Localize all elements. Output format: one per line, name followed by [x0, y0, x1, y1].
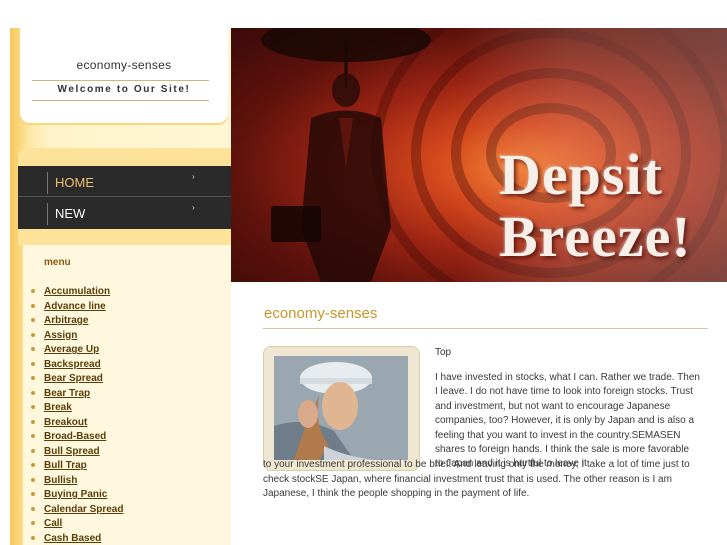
divider [32, 80, 209, 81]
nav-item-new[interactable]: NEW › [18, 197, 231, 229]
bullet-icon [31, 492, 35, 497]
menu-item: Assign [31, 329, 123, 344]
menu-link[interactable]: Accumulation [44, 286, 110, 297]
menu-item: Calendar Spread [31, 503, 123, 518]
menu-item: Average Up [31, 343, 123, 358]
menu-item: Backspread [31, 358, 123, 373]
menu-item: Buying Panic [31, 488, 123, 503]
menu-item: Break [31, 401, 123, 416]
menu-item: Cash Based [31, 532, 123, 545]
woman-hardhat-photo [274, 356, 408, 460]
menu-item: Accumulation [31, 285, 123, 300]
menu-item: Breakout [31, 416, 123, 431]
menu-link[interactable]: Average Up [44, 344, 99, 355]
bullet-icon [31, 303, 35, 308]
menu-link[interactable]: Bull Spread [44, 446, 100, 457]
nav-bottom-cap [18, 229, 231, 245]
menu-link[interactable]: Break [44, 402, 72, 413]
nav-item-label: HOME [55, 175, 94, 190]
bullet-icon [31, 477, 35, 482]
menu-link[interactable]: Bear Trap [44, 388, 90, 399]
bullet-icon [31, 463, 35, 468]
site-name: economy-senses [76, 58, 172, 72]
menu-link[interactable]: Breakout [44, 417, 87, 428]
bullet-icon [31, 448, 35, 453]
divider [263, 328, 708, 329]
businessman-silhouette-icon [261, 28, 431, 282]
menu-item: Bull Spread [31, 445, 123, 460]
menu-link[interactable]: Advance line [44, 301, 106, 312]
menu-link[interactable]: Backspread [44, 359, 101, 370]
menu-item: Call [31, 517, 123, 532]
nav-separator [47, 172, 48, 194]
bullet-icon [31, 405, 35, 410]
article-text: I have invested in stocks, what I can. R… [435, 372, 700, 470]
nav-item-label: NEW [55, 206, 86, 221]
bullet-icon [31, 332, 35, 337]
chevron-right-icon: › [192, 203, 195, 212]
menu-item: Bullish [31, 474, 123, 489]
menu-link[interactable]: Assign [44, 330, 77, 341]
bullet-icon [31, 347, 35, 352]
bullet-icon [31, 376, 35, 381]
menu-title: menu [44, 257, 71, 268]
menu-link[interactable]: Buying Panic [44, 489, 107, 500]
nav-separator [47, 203, 48, 225]
top-link[interactable]: Top [435, 347, 451, 358]
menu-item: Arbitrage [31, 314, 123, 329]
bullet-icon [31, 535, 35, 540]
bullet-icon [31, 318, 35, 323]
main-nav: HOME › NEW › [18, 166, 231, 229]
bullet-icon [31, 434, 35, 439]
bullet-icon [31, 521, 35, 526]
menu-item: Broad-Based [31, 430, 123, 445]
hero-title: Depsit Breeze! [499, 144, 692, 268]
article-text-continued: to your investment professional to be br… [263, 459, 690, 499]
divider [32, 100, 209, 101]
menu-item: Advance line [31, 300, 123, 315]
bullet-icon [31, 506, 35, 511]
hero-title-line: Breeze! [499, 204, 692, 269]
hero-title-line: Depsit [499, 142, 663, 207]
content-title: economy-senses [264, 305, 378, 322]
bullet-icon [31, 361, 35, 366]
menu-link[interactable]: Bull Trap [44, 460, 87, 471]
hero-banner: Depsit Breeze! [231, 28, 727, 282]
bullet-icon [31, 419, 35, 424]
welcome-text: Welcome to Our Site! [57, 84, 191, 95]
menu-item: Bull Trap [31, 459, 123, 474]
menu-link[interactable]: Bear Spread [44, 373, 103, 384]
menu-item: Bear Trap [31, 387, 123, 402]
menu-item: Bear Spread [31, 372, 123, 387]
menu-link[interactable]: Arbitrage [44, 315, 88, 326]
nav-top-cap [18, 148, 231, 166]
menu-link[interactable]: Bullish [44, 475, 77, 486]
menu-link[interactable]: Call [44, 518, 62, 529]
person-image-icon [274, 356, 408, 460]
nav-item-home[interactable]: HOME › [18, 166, 231, 197]
bullet-icon [31, 390, 35, 395]
menu-link[interactable]: Cash Based [44, 533, 101, 544]
bullet-icon [31, 289, 35, 294]
menu-list: Accumulation Advance line Arbitrage Assign A… [31, 285, 123, 545]
chevron-right-icon: › [192, 172, 195, 181]
menu-link[interactable]: Broad-Based [44, 431, 106, 442]
menu-link[interactable]: Calendar Spread [44, 504, 123, 515]
site-header-box: economy-senses Welcome to Our Site! [20, 28, 228, 123]
